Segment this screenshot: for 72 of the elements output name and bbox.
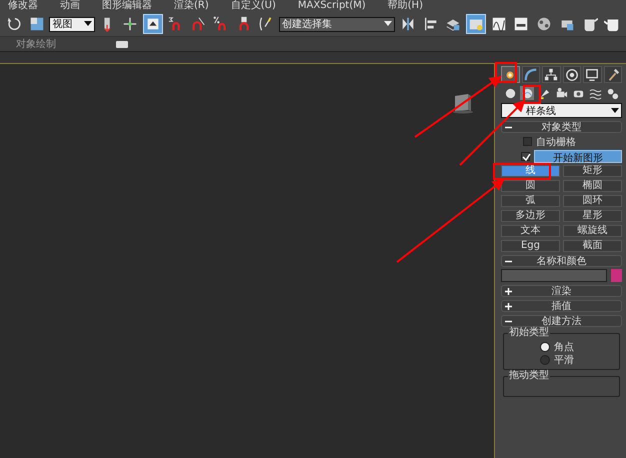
gears-icon bbox=[606, 86, 618, 100]
move-cross-icon bbox=[122, 16, 138, 32]
material-sphere-icon bbox=[536, 16, 552, 32]
shape-button[interactable]: 多边形 bbox=[501, 210, 560, 222]
name-field[interactable] bbox=[501, 269, 607, 282]
category-dropdown[interactable]: 样条线 bbox=[501, 103, 622, 118]
rollout-header[interactable]: 插值 bbox=[501, 300, 622, 312]
highlight-frame bbox=[495, 62, 517, 83]
shape-button[interactable]: 圆 bbox=[501, 180, 560, 192]
panel-tab[interactable] bbox=[604, 66, 622, 83]
curve-editor-icon bbox=[490, 16, 507, 32]
dropdown[interactable]: 创建选择集 bbox=[279, 16, 396, 32]
caret-icon bbox=[611, 108, 619, 114]
menu-item[interactable]: 图形编辑器 bbox=[102, 0, 152, 12]
hierarchy-icon bbox=[544, 68, 558, 82]
view-cube-icon[interactable] bbox=[452, 92, 474, 114]
circular-arrow-icon bbox=[6, 16, 22, 32]
shape-button[interactable]: 螺旋线 bbox=[563, 225, 622, 237]
toolbar-button[interactable] bbox=[143, 14, 163, 34]
radio-label: 角点 bbox=[554, 340, 574, 354]
ribbon-toggle-button[interactable] bbox=[116, 40, 128, 48]
rollout-header[interactable]: 对象类型 bbox=[501, 121, 622, 133]
wave-icon bbox=[588, 86, 602, 100]
panel-tab[interactable] bbox=[522, 66, 540, 83]
menu-item[interactable]: 修改器 bbox=[8, 0, 38, 12]
sphere-icon bbox=[504, 86, 516, 100]
radio-button[interactable] bbox=[540, 342, 550, 352]
window-icon bbox=[28, 16, 45, 32]
shape-button[interactable]: Egg bbox=[501, 240, 560, 252]
shape-button[interactable]: 弧 bbox=[501, 195, 560, 207]
highlight-frame bbox=[493, 163, 551, 180]
menu-item[interactable]: MAXScript(M) bbox=[298, 0, 366, 12]
caret-icon bbox=[84, 21, 92, 27]
checkbox[interactable] bbox=[521, 152, 530, 161]
shape-button[interactable]: 星形 bbox=[563, 210, 622, 222]
color-swatch[interactable] bbox=[611, 269, 622, 282]
radio-label: 平滑 bbox=[554, 354, 574, 366]
annotation-arrow bbox=[459, 100, 526, 166]
checkbox[interactable] bbox=[523, 137, 532, 146]
shape-button[interactable]: 圆环 bbox=[563, 195, 622, 207]
rollout-header[interactable]: 名称和颜色 bbox=[501, 255, 622, 267]
rollout-header[interactable]: 渲染 bbox=[501, 285, 622, 297]
curve-icon bbox=[524, 68, 538, 82]
dropdown[interactable]: 视图 bbox=[49, 16, 95, 32]
category-button[interactable] bbox=[605, 86, 619, 100]
panel-tab[interactable] bbox=[562, 66, 581, 83]
angle-magnet-icon bbox=[190, 16, 206, 32]
mirror-icon bbox=[400, 16, 416, 32]
panel-tab[interactable] bbox=[542, 66, 560, 83]
group-title: 拖动类型 bbox=[508, 370, 550, 381]
shape-button[interactable]: 矩形 bbox=[563, 165, 622, 177]
start-new-shape-button[interactable]: 开始新图形 bbox=[534, 150, 622, 163]
teapot-icon bbox=[582, 16, 598, 32]
panel-tab[interactable] bbox=[583, 66, 602, 83]
group-title: 初始类型 bbox=[508, 327, 550, 338]
highlight-frame bbox=[523, 85, 541, 104]
camera-icon bbox=[554, 86, 568, 100]
shape-button[interactable]: 椭圆 bbox=[563, 180, 622, 192]
category-button[interactable] bbox=[503, 86, 517, 100]
shape-button[interactable]: 截面 bbox=[563, 240, 622, 252]
caret-icon bbox=[384, 21, 392, 27]
radio-button[interactable] bbox=[540, 354, 550, 364]
rollout-header[interactable]: 创建方法 bbox=[501, 315, 622, 327]
ribbon-label: 对象绘制 bbox=[16, 38, 56, 51]
checkbox-label: 自动栅格 bbox=[536, 136, 576, 148]
category-button[interactable] bbox=[554, 86, 568, 100]
align-icon bbox=[422, 16, 439, 32]
menu-item[interactable]: 动画 bbox=[60, 0, 80, 12]
shape-button[interactable]: 文本 bbox=[501, 225, 560, 237]
menu-item[interactable]: 帮助(H) bbox=[388, 0, 423, 12]
monitor-icon bbox=[585, 68, 600, 82]
concentric-circles-icon bbox=[564, 68, 579, 82]
